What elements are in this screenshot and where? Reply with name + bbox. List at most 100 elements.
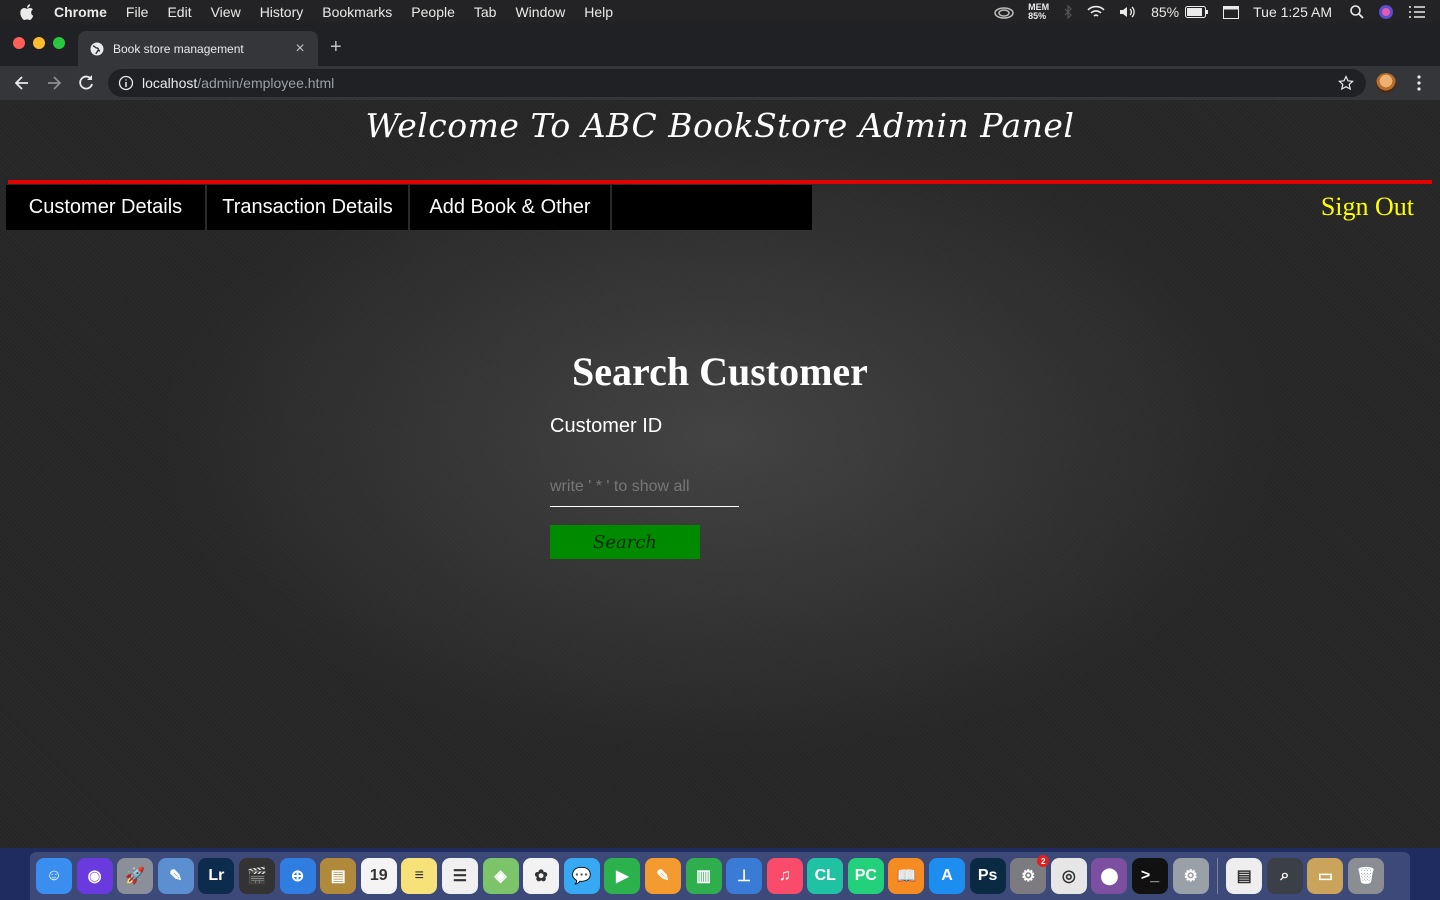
menu-window[interactable]: Window	[515, 4, 565, 20]
system-preferences-icon[interactable]: ⚙ 2	[1010, 855, 1050, 894]
launchpad-icon[interactable]: 🚀	[117, 858, 154, 894]
nav-transaction-details[interactable]: Transaction Details	[207, 185, 410, 230]
pycharm-icon[interactable]: PC	[847, 858, 884, 894]
url-host: localhost	[142, 75, 198, 91]
tab-close-icon[interactable]: ×	[292, 40, 308, 58]
tor-browser-icon[interactable]: ⬤	[1091, 858, 1128, 894]
creative-cloud-icon[interactable]	[994, 5, 1014, 19]
notefile-icon[interactable]: ▤	[320, 858, 357, 894]
app-store-glyph: A	[941, 867, 953, 884]
messages-glyph: 💬	[571, 868, 592, 885]
more-options-icon[interactable]	[1412, 74, 1426, 92]
notes-icon[interactable]: ≡	[401, 858, 438, 894]
maps-icon[interactable]: ◈	[482, 858, 519, 894]
calendar-icon[interactable]: 19	[360, 858, 397, 894]
music-icon[interactable]: ♫	[766, 858, 803, 894]
dock: ☺ ◉ 🚀 ✎ Lr 🎬 ⊕ ▤ 19 ≡ ☰ ◈ ✿ 💬 ▶ ✎ ▥ ⊥ ♫ CL PC 📖 A Ps ⚙ 2 ◎ ⬤ >_ ⚙ ▤ ⌕ ▭ 🗑	[30, 852, 1410, 900]
bookmark-star-icon[interactable]	[1338, 75, 1354, 91]
forward-arrow-icon[interactable]	[44, 73, 64, 93]
nav-customer-details[interactable]: Customer Details	[6, 185, 207, 230]
finder-icon[interactable]: ☺	[36, 858, 72, 894]
reminders-icon[interactable]: ☰	[441, 858, 478, 894]
menu-help[interactable]: Help	[584, 4, 613, 20]
menu-people[interactable]: People	[411, 4, 455, 20]
apple-logo-icon[interactable]	[20, 3, 34, 20]
finder-glyph: ☺	[45, 867, 63, 884]
terminal-icon[interactable]: >_	[1132, 858, 1169, 894]
folder-icon[interactable]: ▭	[1307, 858, 1344, 894]
app-store-icon[interactable]: A	[929, 858, 966, 894]
screenshot-icon[interactable]: ⌕	[1266, 858, 1303, 894]
chrome-icon[interactable]: ◎	[1050, 858, 1087, 894]
preview-icon[interactable]: ✎	[157, 858, 194, 894]
back-arrow-icon[interactable]	[12, 73, 32, 93]
new-tab-button[interactable]: +	[330, 36, 342, 59]
battery-icon[interactable]	[1185, 5, 1209, 18]
siri-menu-icon[interactable]	[1378, 4, 1394, 20]
nav-add-book-other[interactable]: Add Book & Other	[410, 185, 612, 230]
browser-tab-active[interactable]: Book store management ×	[78, 31, 318, 66]
safari-icon[interactable]: ⊕	[279, 858, 316, 894]
volume-icon[interactable]	[1119, 5, 1137, 19]
safari-glyph: ⊕	[290, 868, 305, 885]
wifi-icon[interactable]	[1087, 5, 1105, 19]
browser-tab-strip: Book store management × +	[0, 23, 1440, 66]
keynote-glyph: ⊥	[737, 868, 752, 885]
messages-icon[interactable]: 💬	[563, 858, 600, 894]
menu-tab[interactable]: Tab	[474, 4, 497, 20]
bluetooth-icon[interactable]	[1063, 4, 1073, 19]
notification-center-icon[interactable]	[1408, 5, 1426, 19]
menu-history[interactable]: History	[260, 4, 304, 20]
reminders-glyph: ☰	[452, 868, 468, 885]
page-viewport: Welcome To ABC BookStore Admin Panel Cus…	[0, 100, 1440, 848]
settings-gear-icon[interactable]: ⚙	[1172, 858, 1209, 894]
menu-edit[interactable]: Edit	[167, 4, 191, 20]
facetime-icon[interactable]: ▶	[604, 858, 641, 894]
menu-bookmarks[interactable]: Bookmarks	[322, 4, 392, 20]
trash-icon[interactable]: 🗑	[1348, 858, 1384, 894]
calendar-glyph: 19	[369, 867, 388, 884]
battery-percent: 85%	[1151, 3, 1180, 20]
document-glyph: ▤	[1236, 868, 1252, 885]
window-zoom-button[interactable]	[53, 37, 65, 49]
menu-view[interactable]: View	[211, 4, 241, 20]
pages-icon[interactable]: ✎	[644, 858, 681, 894]
photoshop-icon[interactable]: Ps	[969, 858, 1006, 894]
document-icon[interactable]: ▤	[1226, 858, 1263, 894]
siri-glyph: ◉	[87, 868, 102, 885]
reload-icon[interactable]	[76, 73, 96, 93]
dock-separator	[1217, 858, 1219, 894]
spotlight-search-icon[interactable]	[1350, 4, 1364, 19]
info-icon[interactable]	[118, 75, 134, 91]
photos-icon[interactable]: ✿	[523, 858, 560, 894]
status-area: MEM 85% 85% Tue 1:25 AM	[994, 0, 1440, 23]
tor-browser-glyph: ⬤	[1100, 868, 1119, 885]
customer-id-input[interactable]	[550, 468, 739, 507]
notefile-glyph: ▤	[330, 868, 346, 885]
lightroom-icon[interactable]: Lr	[198, 858, 235, 894]
nav-empty-item[interactable]	[612, 185, 812, 230]
numbers-icon[interactable]: ▥	[685, 858, 722, 894]
final-cut-icon[interactable]: 🎬	[238, 858, 275, 894]
books-glyph: 📖	[896, 868, 917, 885]
page-title: Welcome To ABC BookStore Admin Panel	[365, 106, 1075, 145]
globe-icon	[90, 42, 104, 55]
chrome-glyph: ◎	[1061, 868, 1076, 885]
profile-avatar[interactable]	[1376, 73, 1396, 93]
clion-icon[interactable]: CL	[807, 858, 844, 894]
siri-icon[interactable]: ◉	[76, 858, 113, 894]
menu-chrome[interactable]: Chrome	[54, 4, 107, 20]
menu-file[interactable]: File	[126, 4, 149, 20]
memory-monitor[interactable]: MEM 85%	[1028, 2, 1049, 21]
window-minimize-button[interactable]	[33, 37, 45, 49]
clock[interactable]: Tue 1:25 AM	[1253, 4, 1332, 20]
address-bar[interactable]: localhost/admin/employee.html	[108, 69, 1366, 97]
keynote-icon[interactable]: ⊥	[726, 858, 763, 894]
calendar-menu-icon[interactable]	[1223, 5, 1240, 19]
browser-toolbar: localhost/admin/employee.html	[0, 66, 1440, 100]
search-button[interactable]: Search	[550, 525, 700, 559]
window-close-button[interactable]	[13, 37, 25, 49]
sign-out-link[interactable]: Sign Out	[1321, 192, 1414, 222]
books-icon[interactable]: 📖	[888, 858, 925, 894]
menu-bar: Chrome File Edit View History Bookmarks …	[0, 0, 1440, 23]
